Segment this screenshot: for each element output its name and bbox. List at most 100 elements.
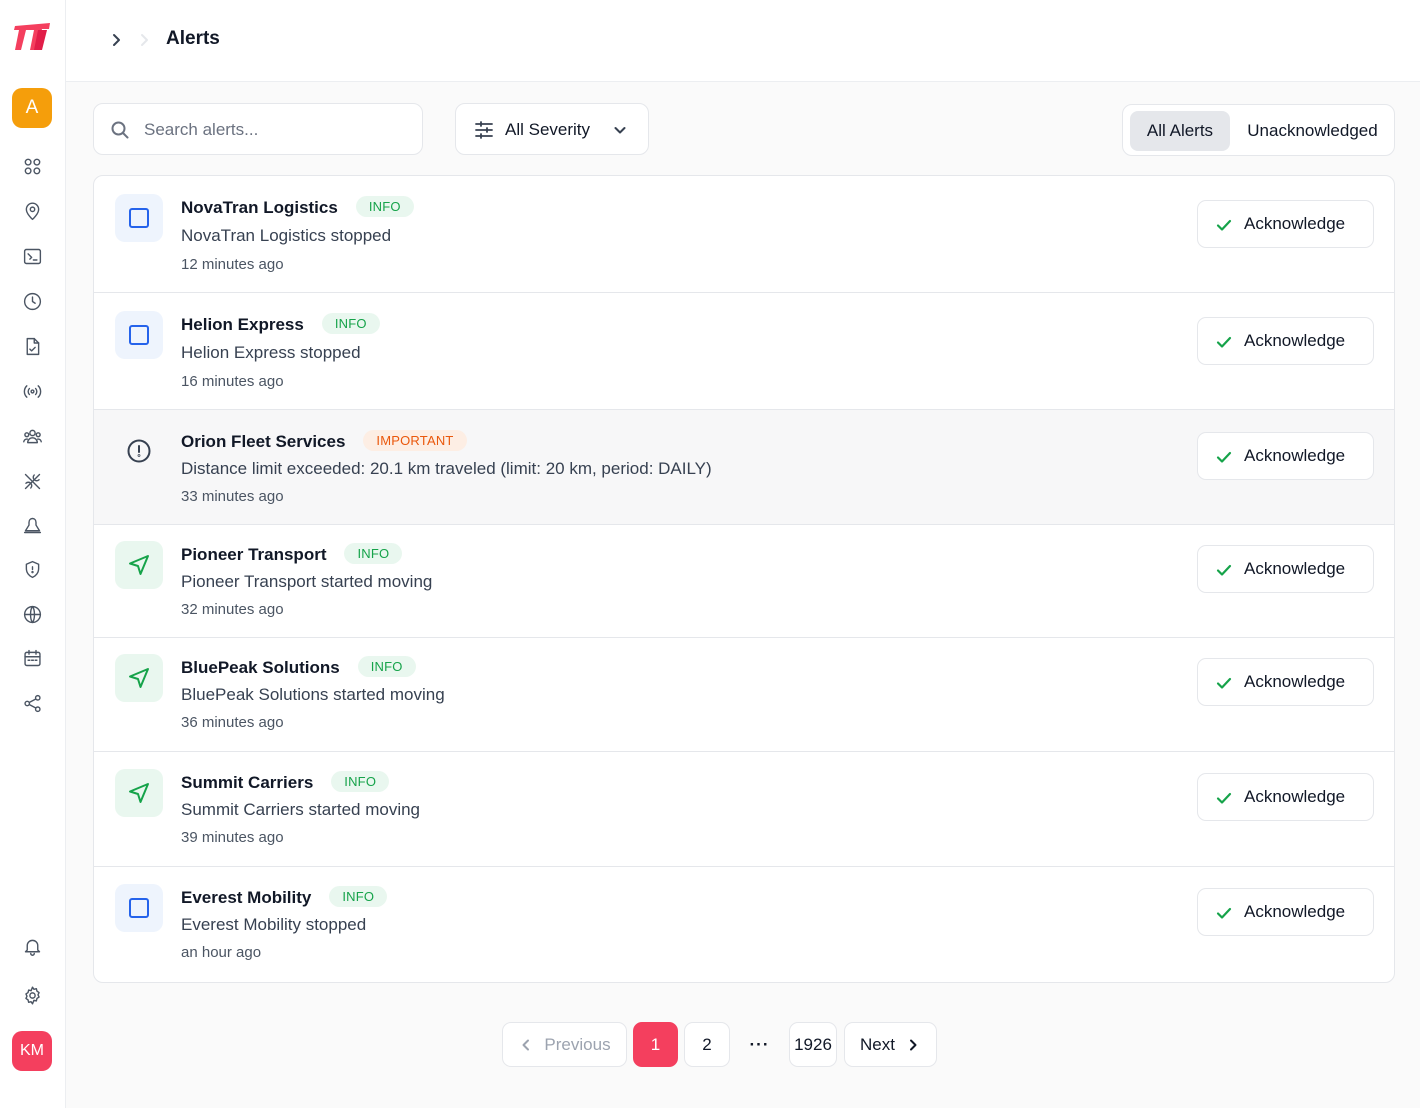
user-avatar[interactable]: KM <box>12 1031 52 1071</box>
search-input[interactable] <box>144 116 404 144</box>
acknowledge-button[interactable]: Acknowledge <box>1197 200 1374 248</box>
alerts-list: NovaTran Logistics INFO NovaTran Logistic… <box>93 175 1395 983</box>
map-pin-icon[interactable] <box>20 199 44 223</box>
alert-timestamp: 12 minutes ago <box>181 256 284 273</box>
navigation-arrow-icon <box>115 654 163 702</box>
alert-circle-icon <box>115 427 163 475</box>
alert-message: Helion Express stopped <box>181 343 361 362</box>
gear-icon[interactable] <box>20 983 44 1007</box>
alert-vehicle-name: Everest Mobility <box>181 888 312 907</box>
workspace-avatar[interactable]: A <box>12 88 52 128</box>
check-icon <box>1214 903 1234 923</box>
globe-icon[interactable] <box>20 602 44 626</box>
tools-icon[interactable] <box>20 469 44 493</box>
square-stop-icon <box>115 311 163 359</box>
page-title: Alerts <box>166 28 220 49</box>
alert-vehicle-name: Summit Carriers <box>181 773 314 792</box>
acknowledge-button[interactable]: Acknowledge <box>1197 773 1374 821</box>
severity-badge: INFO <box>357 656 416 677</box>
acknowledge-label: Acknowledge <box>1244 214 1346 233</box>
tab-all-alerts[interactable]: All Alerts <box>1130 111 1230 151</box>
check-icon <box>1214 215 1234 235</box>
acknowledge-button[interactable]: Acknowledge <box>1197 658 1374 706</box>
broadcast-icon[interactable] <box>20 379 44 403</box>
alert-message: BluePeak Solutions started moving <box>181 685 445 704</box>
square-stop-icon <box>115 194 163 242</box>
acknowledge-label: Acknowledge <box>1244 559 1346 578</box>
alert-vehicle-name: Helion Express <box>181 315 304 334</box>
page-button-1[interactable]: 1 <box>633 1022 678 1067</box>
acknowledge-button[interactable]: Acknowledge <box>1197 888 1374 936</box>
alert-timestamp: 33 minutes ago <box>181 488 284 505</box>
severity-badge: INFO <box>344 543 403 564</box>
alert-vehicle-name: Pioneer Transport <box>181 545 327 564</box>
filter-sliders-icon <box>473 119 495 141</box>
page-button-last[interactable]: 1926 <box>789 1022 837 1067</box>
alert-row: BluePeak Solutions INFO BluePeak Solution… <box>94 638 1394 752</box>
dashboard-grid-icon[interactable] <box>20 154 44 178</box>
acknowledge-label: Acknowledge <box>1244 446 1346 465</box>
alert-row: Pioneer Transport INFO Pioneer Transport … <box>94 525 1394 638</box>
alert-row: Orion Fleet Services IMPORTANT Distance l… <box>94 410 1394 525</box>
acknowledge-label: Acknowledge <box>1244 787 1346 806</box>
alert-message: NovaTran Logistics stopped <box>181 226 392 245</box>
alert-message: Everest Mobility stopped <box>181 915 367 934</box>
search-box[interactable] <box>93 103 423 155</box>
previous-page-button[interactable]: Previous <box>502 1022 627 1067</box>
alert-row: Helion Express INFO Helion Express stoppe… <box>94 293 1394 410</box>
next-label: Next <box>860 1034 895 1054</box>
check-icon <box>1214 788 1234 808</box>
alert-message: Distance limit exceeded: 20.1 km travele… <box>181 459 712 478</box>
check-icon <box>1214 673 1234 693</box>
chevron-right-icon <box>909 1039 917 1050</box>
check-icon <box>1214 447 1234 467</box>
sidebar-toggle-chevron-icon[interactable] <box>106 30 126 50</box>
alert-timestamp: 39 minutes ago <box>181 829 284 846</box>
severity-badge: INFO <box>329 886 388 907</box>
report-file-icon[interactable] <box>20 334 44 358</box>
next-page-button[interactable]: Next <box>844 1022 937 1067</box>
bell-icon[interactable] <box>20 934 44 958</box>
clock-icon[interactable] <box>20 289 44 313</box>
severity-filter-label: All Severity <box>505 120 591 139</box>
top-bar: Alerts <box>66 0 1420 82</box>
navigation-arrow-icon <box>115 541 163 589</box>
acknowledge-label: Acknowledge <box>1244 331 1346 350</box>
alert-row: Summit Carriers INFO Summit Carriers star… <box>94 752 1394 867</box>
chevron-down-icon <box>612 122 628 138</box>
search-icon <box>110 120 130 140</box>
image-icon[interactable] <box>20 244 44 268</box>
alert-message: Pioneer Transport started moving <box>181 572 433 591</box>
acknowledge-button[interactable]: Acknowledge <box>1197 432 1374 480</box>
tab-unacknowledged[interactable]: Unacknowledged <box>1235 111 1390 151</box>
page-button-2[interactable]: 2 <box>684 1022 730 1067</box>
acknowledge-button[interactable]: Acknowledge <box>1197 317 1374 365</box>
calendar-icon[interactable] <box>20 646 44 670</box>
alert-timestamp: 32 minutes ago <box>181 601 284 618</box>
check-icon <box>1214 560 1234 580</box>
previous-label: Previous <box>544 1034 611 1054</box>
alert-vehicle-name: NovaTran Logistics <box>181 198 338 217</box>
alert-vehicle-name: BluePeak Solutions <box>181 658 340 677</box>
severity-badge: INFO <box>321 313 380 334</box>
pagination-ellipsis: ··· <box>749 1034 770 1054</box>
severity-filter-dropdown[interactable]: All Severity <box>455 103 649 155</box>
alert-message: Summit Carriers started moving <box>181 800 421 819</box>
acknowledge-button[interactable]: Acknowledge <box>1197 545 1374 593</box>
breadcrumb-separator-icon <box>134 30 154 50</box>
users-icon[interactable] <box>20 424 44 448</box>
check-icon <box>1214 332 1234 352</box>
alert-timestamp: 16 minutes ago <box>181 373 284 390</box>
acknowledge-label: Acknowledge <box>1244 672 1346 691</box>
sidebar: A KM <box>0 0 66 1108</box>
severity-badge: INFO <box>355 196 414 217</box>
alert-timestamp: an hour ago <box>181 944 262 961</box>
square-stop-icon <box>115 884 163 932</box>
brand-logo[interactable] <box>12 20 54 54</box>
severity-badge: IMPORTANT <box>363 430 467 451</box>
alert-vehicle-name: Orion Fleet Services <box>181 432 346 451</box>
shield-icon[interactable] <box>20 557 44 581</box>
alert-bell-shape-icon[interactable] <box>20 513 44 537</box>
share-icon[interactable] <box>20 691 44 715</box>
chevron-left-icon <box>522 1039 530 1050</box>
